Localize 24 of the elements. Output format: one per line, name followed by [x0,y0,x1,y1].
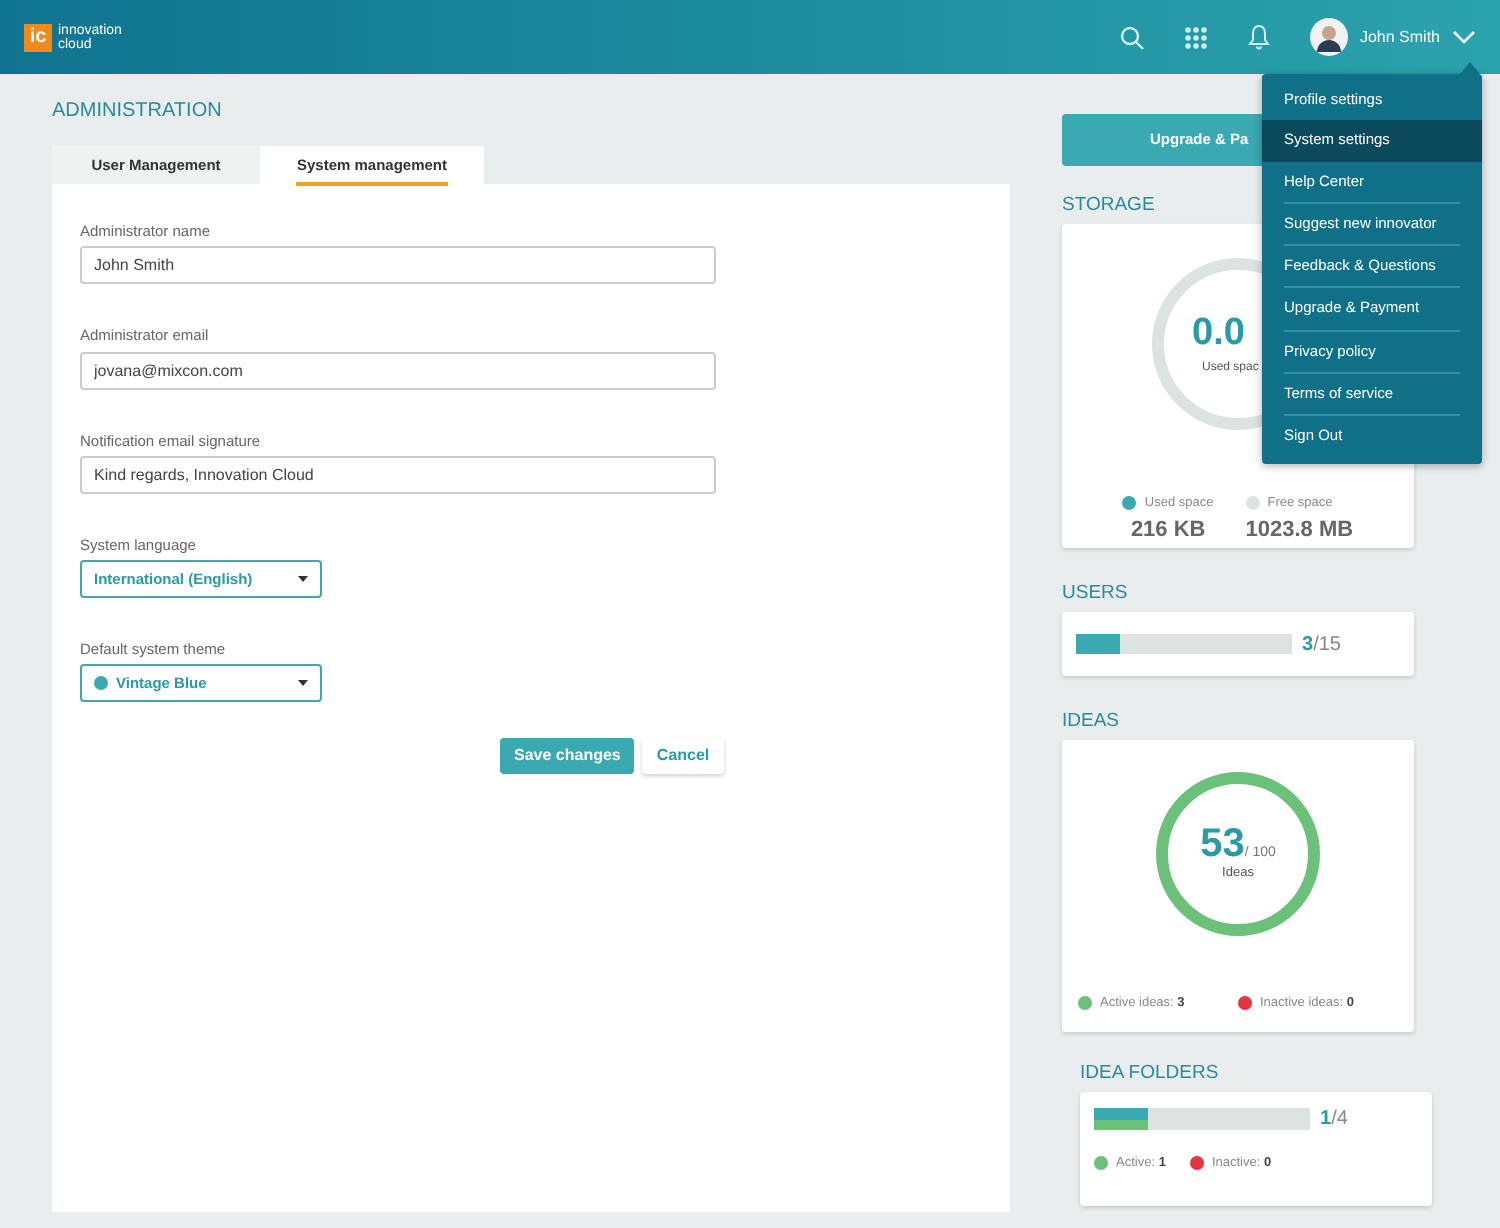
logo-mark: ic [24,23,52,51]
section-title: STORAGE [1062,194,1157,216]
storage-percent: 0.0 [1192,314,1245,354]
folders-count: 1/4 [1320,1108,1348,1130]
chevron-down-icon[interactable] [1452,30,1476,44]
text-field[interactable]: Kind regards, Innovation Cloud [80,455,716,494]
users-count: 3/15 [1302,631,1341,659]
section-title: IDEA FOLDERS [1080,1062,1221,1084]
text-field[interactable]: John Smith [80,246,716,285]
cancel-button[interactable]: Cancel [642,738,724,775]
legend-value: 1023.8 MB [1245,515,1354,546]
section-title: USERS [1062,582,1130,604]
caret-icon [298,680,308,687]
user-name[interactable]: John Smith [1359,25,1440,49]
page-title: ADMINISTRATION [52,100,224,124]
section-title: IDEAS [1062,710,1122,732]
search-icon[interactable] [1119,25,1144,49]
ideas-count: 53 [1200,822,1245,866]
apps-grid-icon[interactable] [1183,25,1208,49]
text-field[interactable]: jovana@mixcon.com [80,351,716,389]
legend-value: 216 KB [1128,515,1208,546]
caret-icon [298,576,308,582]
bell-icon[interactable] [1247,24,1270,50]
avatar-icon[interactable] [1309,18,1348,56]
